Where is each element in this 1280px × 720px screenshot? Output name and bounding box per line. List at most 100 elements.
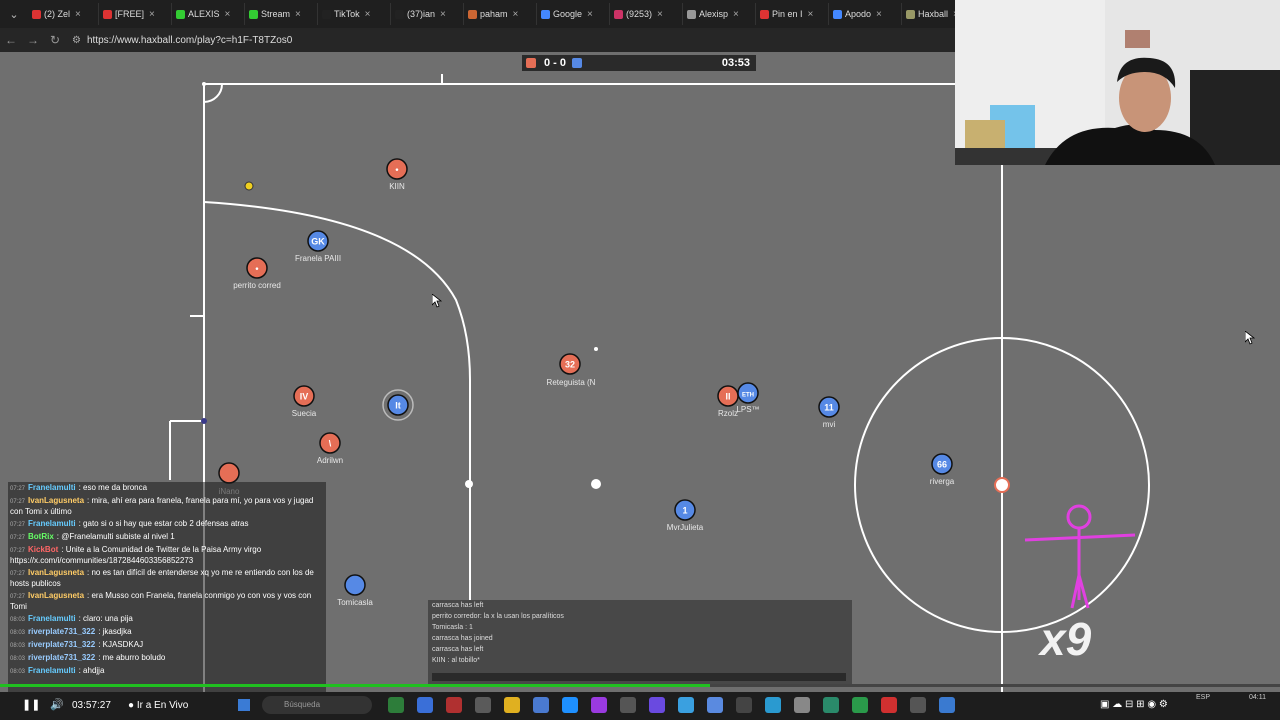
chat-timestamp: 07:27 (10, 594, 26, 600)
taskbar-app-icon[interactable] (881, 697, 897, 713)
taskbar-app-icon[interactable] (562, 697, 578, 713)
player-name: KIIN (389, 182, 405, 191)
close-tab-icon[interactable]: × (149, 9, 155, 20)
close-tab-icon[interactable]: × (733, 9, 739, 20)
taskbar-app-icon[interactable] (939, 697, 955, 713)
stream-chat: 07:27 Franelamulti: eso me da bronca 07:27… (8, 482, 326, 692)
player-name: Adrilwn (316, 456, 344, 465)
taskbar-app-icon[interactable] (388, 697, 404, 713)
tray-icons[interactable]: ▣ ☁ ⊟ ⊞ ◉ ⚙ (1100, 699, 1168, 710)
tab-favicon-icon (760, 9, 769, 19)
browser-tab[interactable]: [FREE] × (99, 3, 172, 25)
close-tab-icon[interactable]: × (657, 9, 663, 20)
system-clock: 04:11 (1249, 694, 1266, 701)
player-disc (344, 574, 366, 596)
game-chat-line: carrasca has left (432, 602, 484, 609)
tab-favicon-icon (32, 9, 41, 19)
taskbar-app-icon[interactable] (736, 697, 752, 713)
taskbar-app-icon[interactable] (678, 697, 694, 713)
taskbar-app-icon[interactable] (765, 697, 781, 713)
chat-text: : gato si o si hay que estar cob 2 defen… (78, 519, 249, 528)
chat-username: riverplate731_322 (28, 640, 96, 649)
volume-icon[interactable]: 🔊 (50, 698, 64, 711)
close-tab-icon[interactable]: × (295, 9, 301, 20)
taskbar-app-icon[interactable] (504, 697, 520, 713)
chat-timestamp: 08:03 (10, 630, 26, 636)
browser-tab[interactable]: ALEXIS × (172, 3, 245, 25)
chat-text: : ahdjja (78, 666, 105, 675)
browser-tab[interactable]: paham × (464, 3, 537, 25)
player-disc: It (382, 389, 414, 421)
browser-tab[interactable]: (9253) × (610, 3, 683, 25)
close-tab-icon[interactable]: × (75, 9, 81, 20)
player-disc (218, 462, 240, 484)
taskbar-app-icon[interactable] (649, 697, 665, 713)
tab-search-icon[interactable]: ⌄ (0, 0, 28, 28)
taskbar-app-icon[interactable] (417, 697, 433, 713)
close-tab-icon[interactable]: × (225, 9, 231, 20)
chat-message: 08:03 Franelamulti: ahdjja (8, 665, 326, 678)
tab-favicon-icon (614, 9, 623, 19)
browser-tab[interactable]: Stream × (245, 3, 318, 25)
chat-username: Franelamulti (28, 519, 76, 528)
close-tab-icon[interactable]: × (876, 9, 882, 20)
taskbar-app-icon[interactable] (533, 697, 549, 713)
browser-tab[interactable]: (37)ian × (391, 3, 464, 25)
player-avatar-text: GK (311, 237, 325, 247)
close-tab-icon[interactable]: × (808, 9, 814, 20)
go-live-button[interactable]: ● Ir a En Vivo (128, 700, 188, 711)
chat-username: riverplate731_322 (28, 653, 96, 662)
tab-favicon-icon (541, 9, 550, 19)
tab-favicon-icon (249, 9, 258, 19)
tab-label: (37)ian (407, 9, 436, 19)
player-disc: 32 (559, 353, 581, 375)
browser-tab[interactable]: Google × (537, 3, 610, 25)
pause-icon[interactable]: ❚❚ (22, 698, 40, 711)
tab-favicon-icon (468, 9, 477, 19)
chat-timestamp: 07:27 (10, 535, 26, 541)
browser-tab[interactable]: TikTok × (318, 3, 391, 25)
video-progress-bar[interactable] (0, 684, 1280, 687)
taskbar-app-icon[interactable] (852, 697, 868, 713)
taskbar-app-icon[interactable] (794, 697, 810, 713)
player-disc: ETH (737, 382, 759, 404)
chat-timestamp: 08:03 (10, 643, 26, 649)
match-timer: 03:53 (721, 57, 750, 69)
chat-username: Franelamulti (28, 614, 76, 623)
red-team-indicator (526, 58, 536, 68)
taskbar-app-icon[interactable] (823, 697, 839, 713)
taskbar-app-icon[interactable] (620, 697, 636, 713)
close-tab-icon[interactable]: × (365, 9, 371, 20)
site-info-icon[interactable]: ⚙ (72, 35, 81, 46)
taskbar-app-icon[interactable] (446, 697, 462, 713)
player-disc: • (246, 257, 268, 279)
back-icon[interactable]: ← (0, 33, 22, 47)
scoreboard: 0 - 0 03:53 (522, 55, 756, 71)
player-avatar-text: ETH (742, 393, 754, 399)
tab-favicon-icon (176, 9, 185, 19)
browser-tab[interactable]: Apodo × (829, 3, 902, 25)
cursor-icon (432, 294, 442, 308)
chat-timestamp: 08:03 (10, 656, 26, 662)
taskbar-app-icon[interactable] (707, 697, 723, 713)
taskbar-search-input[interactable]: Búsqueda (262, 696, 372, 714)
close-tab-icon[interactable]: × (587, 9, 593, 20)
game-chat-line: Tomicasla : 1 (432, 624, 473, 631)
taskbar-app-icon[interactable] (591, 697, 607, 713)
reload-icon[interactable]: ↻ (44, 33, 66, 47)
taskbar-app-icon[interactable] (475, 697, 491, 713)
close-tab-icon[interactable]: × (513, 9, 519, 20)
player-name: Rzolz (717, 409, 739, 418)
browser-tab[interactable]: (2) Zel × (28, 3, 99, 25)
browser-tab[interactable]: Alexisp × (683, 3, 756, 25)
close-tab-icon[interactable]: × (440, 9, 446, 20)
url-field[interactable]: ⚙ https://www.haxball.com/play?c=h1F-T8T… (72, 35, 292, 46)
tab-favicon-icon (833, 9, 842, 19)
windows-start-icon[interactable] (238, 699, 250, 711)
taskbar-app-icon[interactable] (910, 697, 926, 713)
browser-tab[interactable]: Pin en I × (756, 3, 829, 25)
game-chat-input[interactable] (432, 673, 846, 681)
language-indicator: ESP (1196, 694, 1211, 701)
forward-icon[interactable]: → (22, 33, 44, 47)
tab-favicon-icon (322, 9, 331, 19)
